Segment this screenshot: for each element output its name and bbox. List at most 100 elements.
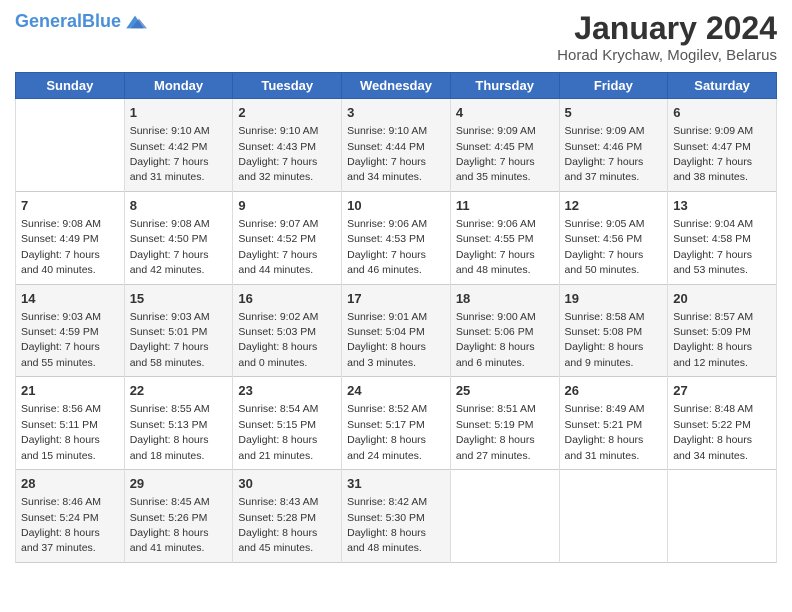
- cell-w0-d5: 5 Sunrise: 9:09 AMSunset: 4:46 PMDaylight…: [559, 99, 668, 192]
- col-sunday: Sunday: [16, 73, 125, 99]
- col-thursday: Thursday: [450, 73, 559, 99]
- day-info: Sunrise: 9:10 AMSunset: 4:43 PMDaylight:…: [238, 125, 318, 183]
- day-info: Sunrise: 9:03 AMSunset: 5:01 PMDaylight:…: [130, 311, 210, 369]
- title-block: January 2024 Horad Krychaw, Mogilev, Bel…: [557, 10, 777, 64]
- cell-w1-d2: 9 Sunrise: 9:07 AMSunset: 4:52 PMDaylight…: [233, 191, 342, 284]
- day-number: 22: [130, 382, 228, 400]
- day-number: 15: [130, 290, 228, 308]
- day-number: 24: [347, 382, 445, 400]
- day-info: Sunrise: 9:01 AMSunset: 5:04 PMDaylight:…: [347, 311, 427, 369]
- cell-w4-d4: [450, 470, 559, 563]
- cell-w0-d3: 3Sunrise: 9:10 AMSunset: 4:44 PMDaylight…: [342, 99, 451, 192]
- cell-w4-d1: 29Sunrise: 8:45 AMSunset: 5:26 PMDayligh…: [124, 470, 233, 563]
- logo-icon: [123, 10, 147, 34]
- cell-w2-d6: 20 Sunrise: 8:57 AMSunset: 5:09 PMDayligh…: [668, 284, 777, 377]
- day-info: Sunrise: 9:02 AMSunset: 5:03 PMDaylight:…: [238, 311, 318, 369]
- logo-line2: Blue: [82, 11, 121, 31]
- day-number: 10: [347, 197, 445, 215]
- day-info: Sunrise: 9:04 AMSunset: 4:58 PMDaylight:…: [673, 218, 753, 276]
- day-number: 17: [347, 290, 445, 308]
- day-info: Sunrise: 8:55 AMSunset: 5:13 PMDaylight:…: [130, 403, 210, 461]
- day-number: 11: [456, 197, 554, 215]
- day-number: 19: [565, 290, 663, 308]
- calendar-title: January 2024: [557, 10, 777, 47]
- day-number: 6: [673, 104, 771, 122]
- cell-w3-d6: 27Sunrise: 8:48 AMSunset: 5:22 PMDayligh…: [668, 377, 777, 470]
- day-info: Sunrise: 9:06 AMSunset: 4:53 PMDaylight:…: [347, 218, 427, 276]
- cell-w0-d4: 4Sunrise: 9:09 AMSunset: 4:45 PMDaylight…: [450, 99, 559, 192]
- col-wednesday: Wednesday: [342, 73, 451, 99]
- day-info: Sunrise: 9:05 AMSunset: 4:56 PMDaylight:…: [565, 218, 645, 276]
- day-info: Sunrise: 8:43 AMSunset: 5:28 PMDaylight:…: [238, 496, 318, 554]
- cell-w0-d1: 1Sunrise: 9:10 AMSunset: 4:42 PMDaylight…: [124, 99, 233, 192]
- cell-w0-d2: 2 Sunrise: 9:10 AMSunset: 4:43 PMDaylight…: [233, 99, 342, 192]
- cell-w2-d0: 14Sunrise: 9:03 AMSunset: 4:59 PMDayligh…: [16, 284, 125, 377]
- day-number: 27: [673, 382, 771, 400]
- week-row-0: 1Sunrise: 9:10 AMSunset: 4:42 PMDaylight…: [16, 99, 777, 192]
- col-monday: Monday: [124, 73, 233, 99]
- page: GeneralBlue January 2024 Horad Krychaw, …: [0, 0, 792, 612]
- day-number: 23: [238, 382, 336, 400]
- day-info: Sunrise: 8:54 AMSunset: 5:15 PMDaylight:…: [238, 403, 318, 461]
- cell-w3-d1: 22 Sunrise: 8:55 AMSunset: 5:13 PMDayligh…: [124, 377, 233, 470]
- col-friday: Friday: [559, 73, 668, 99]
- day-info: Sunrise: 8:57 AMSunset: 5:09 PMDaylight:…: [673, 311, 753, 369]
- day-number: 3: [347, 104, 445, 122]
- calendar-body: 1Sunrise: 9:10 AMSunset: 4:42 PMDaylight…: [16, 99, 777, 563]
- cell-w3-d0: 21Sunrise: 8:56 AMSunset: 5:11 PMDayligh…: [16, 377, 125, 470]
- cell-w1-d4: 11Sunrise: 9:06 AMSunset: 4:55 PMDayligh…: [450, 191, 559, 284]
- day-info: Sunrise: 9:08 AMSunset: 4:49 PMDaylight:…: [21, 218, 101, 276]
- week-row-3: 21Sunrise: 8:56 AMSunset: 5:11 PMDayligh…: [16, 377, 777, 470]
- header-row: Sunday Monday Tuesday Wednesday Thursday…: [16, 73, 777, 99]
- day-number: 20: [673, 290, 771, 308]
- day-info: Sunrise: 9:09 AMSunset: 4:47 PMDaylight:…: [673, 125, 753, 183]
- day-number: 31: [347, 475, 445, 493]
- cell-w2-d3: 17 Sunrise: 9:01 AMSunset: 5:04 PMDayligh…: [342, 284, 451, 377]
- day-number: 7: [21, 197, 119, 215]
- day-number: 30: [238, 475, 336, 493]
- day-number: 12: [565, 197, 663, 215]
- cell-w1-d5: 12 Sunrise: 9:05 AMSunset: 4:56 PMDayligh…: [559, 191, 668, 284]
- header: GeneralBlue January 2024 Horad Krychaw, …: [15, 10, 777, 64]
- cell-w1-d0: 7 Sunrise: 9:08 AMSunset: 4:49 PMDaylight…: [16, 191, 125, 284]
- cell-w3-d3: 24Sunrise: 8:52 AMSunset: 5:17 PMDayligh…: [342, 377, 451, 470]
- day-number: 1: [130, 104, 228, 122]
- day-number: 13: [673, 197, 771, 215]
- day-number: 14: [21, 290, 119, 308]
- day-info: Sunrise: 9:08 AMSunset: 4:50 PMDaylight:…: [130, 218, 210, 276]
- logo-text: GeneralBlue: [15, 12, 121, 32]
- cell-w4-d2: 30 Sunrise: 8:43 AMSunset: 5:28 PMDayligh…: [233, 470, 342, 563]
- day-number: 8: [130, 197, 228, 215]
- cell-w3-d2: 23 Sunrise: 8:54 AMSunset: 5:15 PMDayligh…: [233, 377, 342, 470]
- day-number: 29: [130, 475, 228, 493]
- day-info: Sunrise: 9:07 AMSunset: 4:52 PMDaylight:…: [238, 218, 318, 276]
- col-saturday: Saturday: [668, 73, 777, 99]
- day-info: Sunrise: 9:09 AMSunset: 4:46 PMDaylight:…: [565, 125, 645, 183]
- cell-w3-d5: 26 Sunrise: 8:49 AMSunset: 5:21 PMDayligh…: [559, 377, 668, 470]
- cell-w3-d4: 25Sunrise: 8:51 AMSunset: 5:19 PMDayligh…: [450, 377, 559, 470]
- day-number: 2: [238, 104, 336, 122]
- day-info: Sunrise: 8:46 AMSunset: 5:24 PMDaylight:…: [21, 496, 101, 554]
- day-number: 21: [21, 382, 119, 400]
- cell-w2-d5: 19Sunrise: 8:58 AMSunset: 5:08 PMDayligh…: [559, 284, 668, 377]
- calendar-subtitle: Horad Krychaw, Mogilev, Belarus: [557, 47, 777, 64]
- day-number: 28: [21, 475, 119, 493]
- day-number: 26: [565, 382, 663, 400]
- week-row-1: 7 Sunrise: 9:08 AMSunset: 4:49 PMDaylight…: [16, 191, 777, 284]
- day-info: Sunrise: 8:49 AMSunset: 5:21 PMDaylight:…: [565, 403, 645, 461]
- calendar-table: Sunday Monday Tuesday Wednesday Thursday…: [15, 72, 777, 563]
- day-number: 5: [565, 104, 663, 122]
- col-tuesday: Tuesday: [233, 73, 342, 99]
- cell-w1-d3: 10 Sunrise: 9:06 AMSunset: 4:53 PMDayligh…: [342, 191, 451, 284]
- day-number: 4: [456, 104, 554, 122]
- day-number: 18: [456, 290, 554, 308]
- cell-w1-d1: 8 Sunrise: 9:08 AMSunset: 4:50 PMDaylight…: [124, 191, 233, 284]
- week-row-2: 14Sunrise: 9:03 AMSunset: 4:59 PMDayligh…: [16, 284, 777, 377]
- cell-w2-d4: 18Sunrise: 9:00 AMSunset: 5:06 PMDayligh…: [450, 284, 559, 377]
- cell-w0-d0: [16, 99, 125, 192]
- day-info: Sunrise: 8:42 AMSunset: 5:30 PMDaylight:…: [347, 496, 427, 554]
- day-number: 9: [238, 197, 336, 215]
- day-number: 25: [456, 382, 554, 400]
- cell-w2-d1: 15 Sunrise: 9:03 AMSunset: 5:01 PMDayligh…: [124, 284, 233, 377]
- logo-line1: General: [15, 11, 82, 31]
